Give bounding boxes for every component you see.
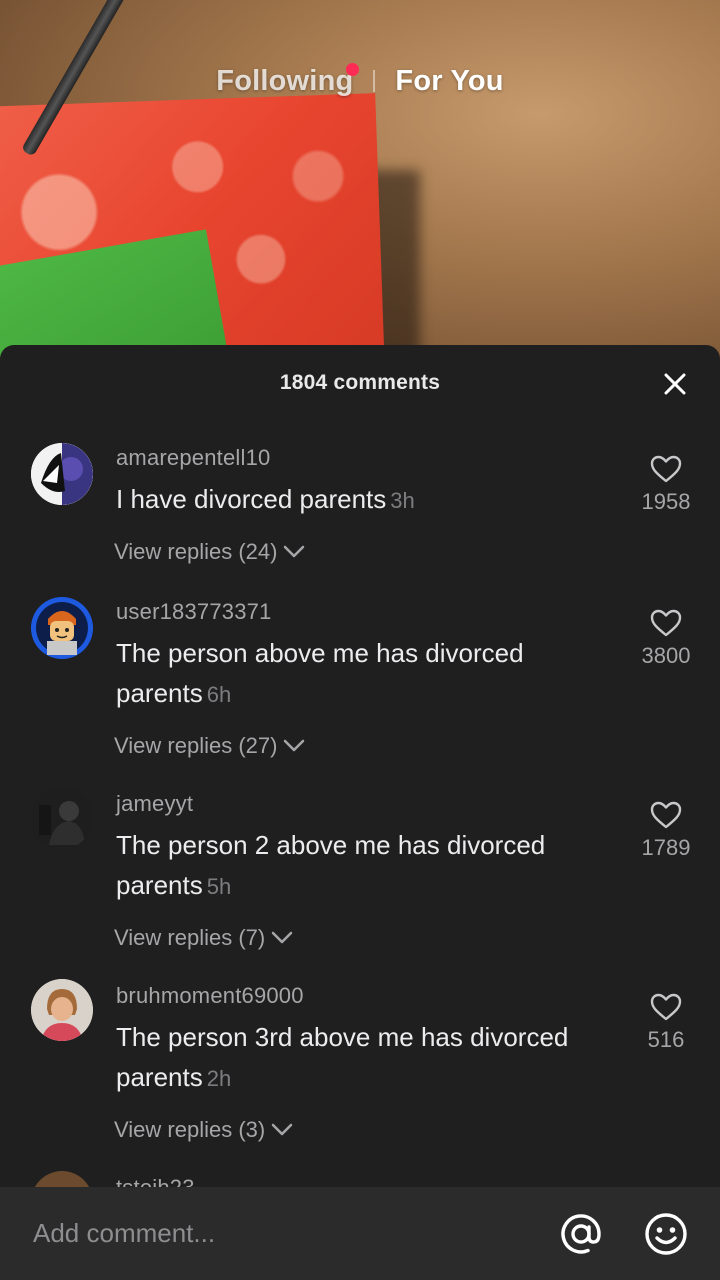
close-icon <box>664 373 686 395</box>
comment-body: The person 2 above me has divorced paren… <box>116 830 546 900</box>
view-replies-button[interactable]: View replies (7) <box>114 925 293 951</box>
tab-for-you-label: For You <box>395 64 504 97</box>
comment-time: 6h <box>206 682 232 707</box>
avatar-image <box>31 787 93 849</box>
comment-time: 3h <box>390 488 415 513</box>
comment-body: The person 3rd above me has divorced par… <box>116 1022 569 1092</box>
comment-input-bar: Add comment... <box>0 1187 720 1280</box>
tab-following-label: Following <box>216 64 354 97</box>
like-count: 3800 <box>641 643 691 668</box>
emoji-icon <box>645 1213 687 1255</box>
like-button[interactable]: 3800 <box>630 609 702 669</box>
view-replies-label: View replies (27) <box>114 733 278 758</box>
heart-icon <box>650 609 682 637</box>
avatar[interactable] <box>31 1171 93 1187</box>
comment-text: The person above me has divorced parents… <box>116 633 626 715</box>
view-replies-label: View replies (3) <box>114 1117 266 1142</box>
tab-following[interactable]: Following <box>196 62 373 98</box>
notification-dot <box>346 62 360 76</box>
comment-username[interactable]: amarepentell10 <box>116 445 270 471</box>
comment-username[interactable]: jameyyt <box>116 791 193 817</box>
avatar-image <box>31 443 93 505</box>
avatar-image <box>31 979 93 1041</box>
comments-header: 1804 comments <box>0 345 720 421</box>
like-count: 1958 <box>641 489 691 514</box>
view-replies-label: View replies (24) <box>114 539 278 564</box>
like-count: 516 <box>647 1027 685 1052</box>
at-sign-icon <box>561 1214 601 1254</box>
avatar[interactable] <box>31 979 93 1041</box>
comment-body: I have divorced parents <box>116 484 387 514</box>
heart-icon <box>650 993 682 1021</box>
comment-time: 5h <box>206 874 232 899</box>
view-replies-button[interactable]: View replies (27) <box>114 733 305 759</box>
avatar-image <box>31 597 93 659</box>
like-button[interactable]: 516 <box>630 993 702 1053</box>
comment-text: I have divorced parents 3h <box>116 479 626 521</box>
add-comment-input[interactable]: Add comment... <box>33 1218 215 1249</box>
comment-username[interactable]: user183773371 <box>116 599 272 625</box>
feed-tabs: Following For You <box>0 56 720 106</box>
avatar[interactable] <box>31 787 93 849</box>
like-button[interactable]: 1958 <box>630 455 702 515</box>
comment-text: The person 2 above me has divorced paren… <box>116 825 626 907</box>
avatar[interactable] <box>31 443 93 505</box>
like-button[interactable]: 1789 <box>630 801 702 861</box>
comments-sheet: 1804 comments amarepentell10 I have divo… <box>0 345 720 1280</box>
close-button[interactable] <box>658 367 692 401</box>
comments-count-title: 1804 comments <box>279 371 441 394</box>
emoji-button[interactable] <box>643 1211 689 1257</box>
comment-body: The person above me has divorced parents <box>116 638 524 708</box>
view-replies-label: View replies (7) <box>114 925 266 950</box>
view-replies-button[interactable]: View replies (24) <box>114 539 305 565</box>
comment-time: 2h <box>206 1066 232 1091</box>
view-replies-button[interactable]: View replies (3) <box>114 1117 293 1143</box>
heart-icon <box>650 801 682 829</box>
chevron-down-icon <box>271 931 293 944</box>
comment-username[interactable]: tstoih23 <box>116 1175 195 1187</box>
comment-text: The person 3rd above me has divorced par… <box>116 1017 626 1099</box>
chevron-down-icon <box>284 545 305 558</box>
chevron-down-icon <box>271 1123 293 1136</box>
avatar[interactable] <box>31 597 93 659</box>
tab-for-you[interactable]: For You <box>375 65 523 98</box>
heart-icon <box>650 455 682 483</box>
like-count: 1789 <box>641 835 691 860</box>
comment-item-partial: tstoih23 <box>0 1167 720 1187</box>
chevron-down-icon <box>284 739 305 752</box>
mention-button[interactable] <box>558 1211 604 1257</box>
comment-username[interactable]: bruhmoment69000 <box>116 983 304 1009</box>
